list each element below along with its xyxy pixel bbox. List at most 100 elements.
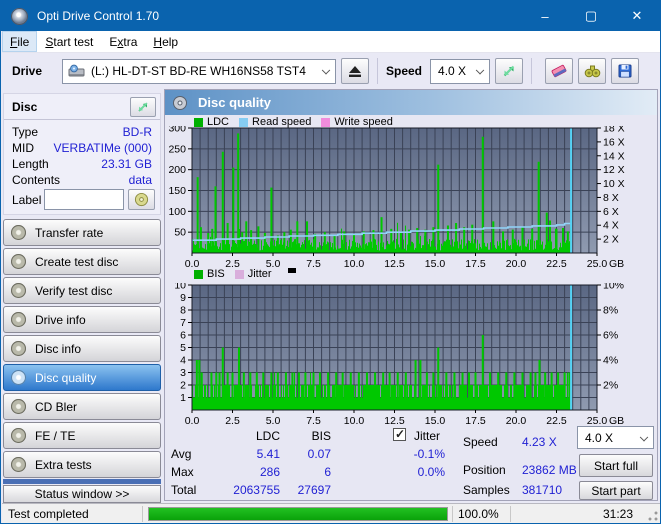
statusbar-separator [142,506,143,522]
disc-icon [11,225,26,240]
sidebar-item-label: FE / TE [35,429,75,443]
save-button[interactable] [611,58,639,84]
svg-text:10.0: 10.0 [344,415,365,427]
jitter-checkbox[interactable] [393,428,406,441]
sidebar-item-disc-quality[interactable]: Disc quality [3,364,161,391]
resize-grip[interactable] [648,511,658,521]
write-label-button[interactable] [128,189,155,210]
label-row: Label [4,189,160,213]
save-icon [617,63,633,79]
refresh-button[interactable] [495,58,523,84]
svg-text:3: 3 [180,367,186,379]
contents-link[interactable]: data [129,173,152,187]
disc-field-length: Length 23.31 GB [4,157,160,173]
close-button[interactable]: ✕ [614,1,660,31]
drive-icon [68,64,86,78]
svg-text:1: 1 [180,392,186,404]
start-part-button[interactable]: Start part [579,481,653,500]
drive-select[interactable]: (L:) HL-DT-ST BD-RE WH16NS58 TST4 [62,59,336,84]
menu-help[interactable]: Help [145,31,186,52]
svg-text:15.0: 15.0 [425,258,446,270]
erase-button[interactable] [545,58,573,84]
chevron-down-icon [322,66,330,74]
stats-row-label: Total [171,483,196,497]
label-input[interactable] [44,189,124,210]
refresh-icon [136,100,150,114]
ldc-chart: 501001502002503002 X4 X6 X8 X10 X12 X14 … [165,126,659,272]
disc-icon [11,370,26,385]
statusbar-separator [510,506,511,522]
statusbar-separator [452,506,453,522]
refresh-icon [501,63,517,79]
eject-button[interactable] [341,58,369,84]
svg-text:8%: 8% [603,305,618,317]
svg-text:2: 2 [180,380,186,392]
svg-text:25.0: 25.0 [587,258,608,270]
svg-text:10: 10 [174,283,186,292]
sidebar-item-label: Transfer rate [35,226,103,240]
page-title: Disc quality [198,95,271,110]
window-controls: – ▢ ✕ [522,1,660,31]
status-window-button[interactable]: Status window >> [3,485,161,503]
sidebar-item-verify-test-disc[interactable]: Verify test disc [3,277,161,304]
sidebar-item-extra-tests[interactable]: Extra tests [3,451,161,478]
sidebar-item-disc-info[interactable]: Disc info [3,335,161,362]
menu-extra[interactable]: Extra [101,31,145,52]
svg-text:2.5: 2.5 [225,415,240,427]
toolbar: Drive (L:) HL-DT-ST BD-RE WH16NS58 TST4 … [2,53,661,89]
disc-info-panel: Disc Type BD-R MID VERBATIMe (000) [3,93,161,215]
avg-ldc: 5.41 [205,447,280,461]
disc-icon [11,457,26,472]
menu-file[interactable]: File [2,31,37,52]
svg-text:20.0: 20.0 [506,415,527,427]
svg-text:0.0: 0.0 [185,415,200,427]
disc-icon [11,428,26,443]
samples-label: Samples [463,483,510,497]
menu-start-test[interactable]: Start test [37,31,101,52]
svg-text:300: 300 [168,126,186,135]
svg-text:4: 4 [180,355,186,367]
test-speed-select[interactable]: 4.0 X [577,426,654,449]
label-field-label: Label [12,193,41,207]
svg-text:14 X: 14 X [603,150,625,162]
disc-icon [11,399,26,414]
svg-text:7: 7 [180,317,186,329]
speed-select[interactable]: 4.0 X [430,59,490,84]
search-button[interactable] [578,58,606,84]
sidebar-item-label: Verify test disc [35,284,112,298]
disc-panel-header: Disc [4,94,160,120]
chevron-down-icon [640,433,648,441]
legend-swatch-bis [194,270,203,279]
disc-field-mid: MID VERBATIMe (000) [4,141,160,157]
svg-text:8: 8 [180,305,186,317]
disc-icon [11,283,26,298]
sidebar-accent-strip [3,479,161,484]
svg-text:GB: GB [609,258,624,270]
toolbar-separator [531,58,532,84]
stats-row-label: Max [171,465,194,479]
svg-text:16 X: 16 X [603,136,625,148]
maximize-button[interactable]: ▢ [568,1,614,31]
speed-result-value: 4.23 X [522,435,557,449]
disc-panel-title: Disc [12,100,37,114]
sidebar-item-transfer-rate[interactable]: Transfer rate [3,219,161,246]
sidebar: Disc Type BD-R MID VERBATIMe (000) [3,93,162,503]
drive-value: (L:) HL-DT-ST BD-RE WH16NS58 TST4 [91,64,306,78]
status-bar: Test completed 100.0% 31:23 [2,503,661,524]
sidebar-item-label: Disc quality [35,371,96,385]
start-full-button[interactable]: Start full [579,454,653,477]
svg-text:12.5: 12.5 [384,258,405,270]
sidebar-item-label: Disc info [35,342,81,356]
sidebar-item-drive-info[interactable]: Drive info [3,306,161,333]
max-jitter: 0.0% [365,465,445,479]
sidebar-item-fe-te[interactable]: FE / TE [3,422,161,449]
sidebar-item-cd-bler[interactable]: CD Bler [3,393,161,420]
legend-label: BIS [207,268,225,280]
disc-refresh-button[interactable] [130,97,156,117]
disc-field-type: Type BD-R [4,125,160,141]
sidebar-item-create-test-disc[interactable]: Create test disc [3,248,161,275]
toolbar-separator [377,58,378,84]
svg-text:12 X: 12 X [603,164,625,176]
minimize-button[interactable]: – [522,1,568,31]
svg-text:7.5: 7.5 [306,258,321,270]
